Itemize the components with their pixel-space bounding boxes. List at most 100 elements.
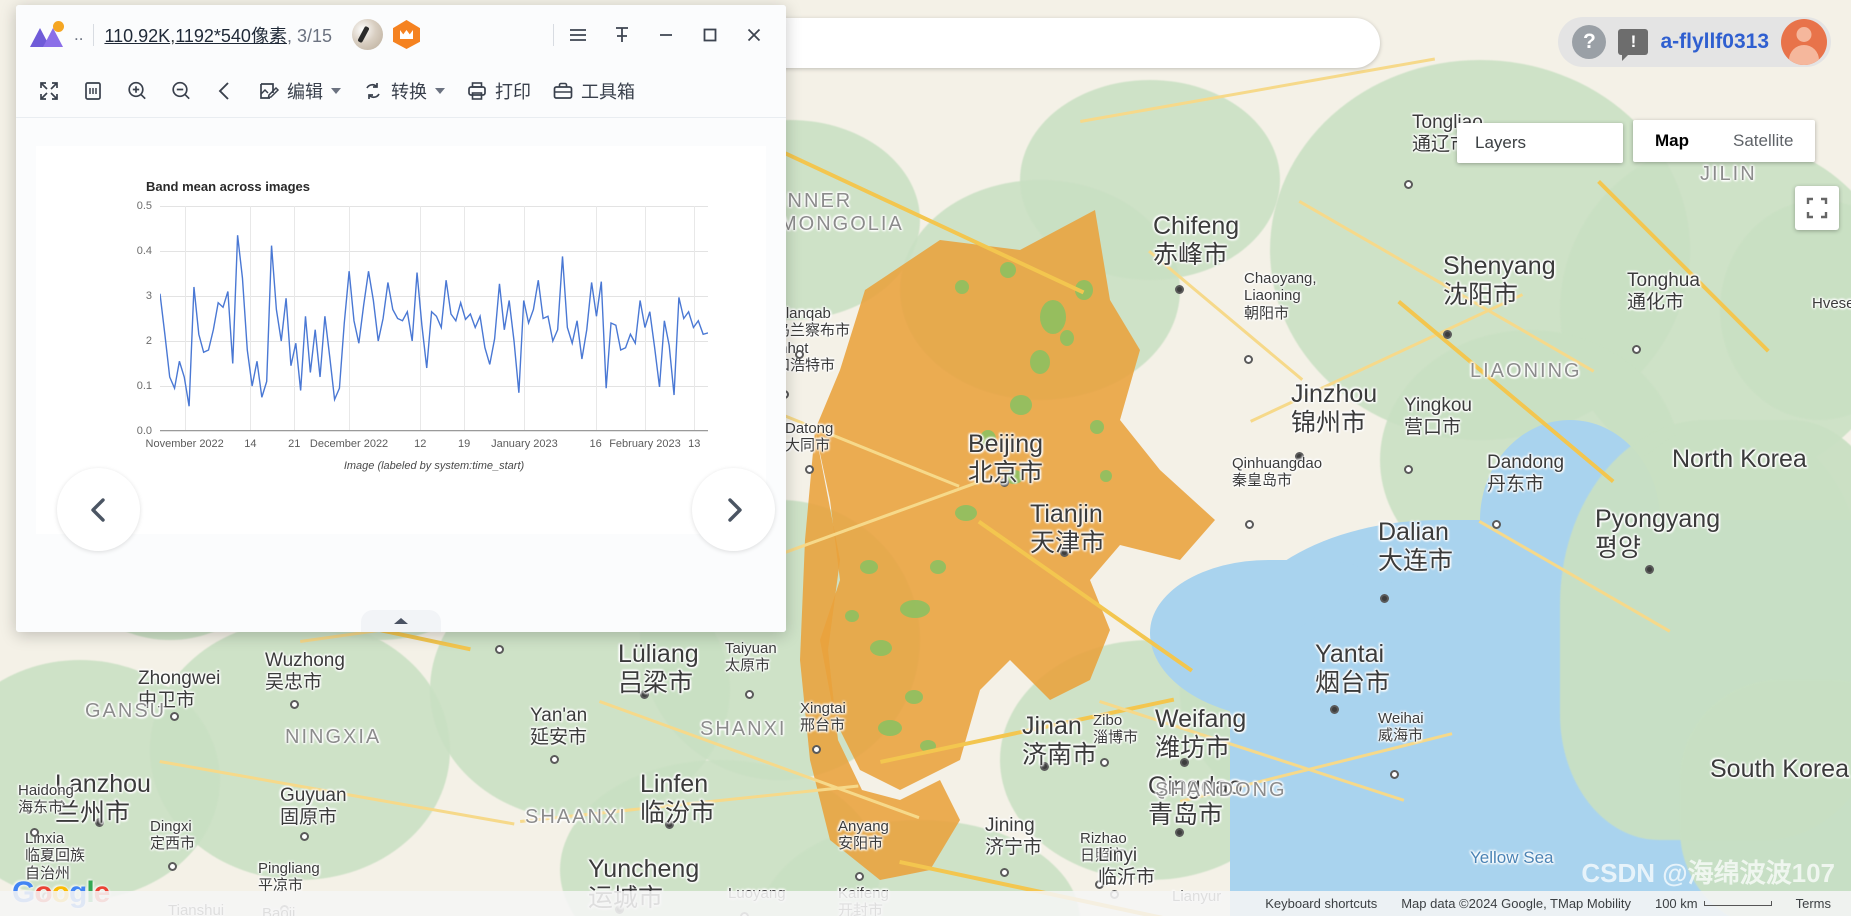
chevron-left-icon [90, 497, 105, 522]
map-terrain-shape [1040, 300, 1066, 334]
city-marker[interactable] [95, 818, 104, 827]
convert-button[interactable]: 转换 [352, 71, 454, 111]
city-marker[interactable] [1443, 330, 1452, 339]
keyboard-shortcuts-button[interactable]: Keyboard shortcuts [1253, 896, 1389, 911]
city-marker[interactable] [170, 712, 179, 721]
chart-plot-area: 0.5 0.4 3 2 0.1 0.0 November 2022 14 21 December… [137, 200, 708, 472]
map-terrain-shape [1010, 395, 1032, 415]
city-marker[interactable] [812, 745, 821, 754]
map-footer: Keyboard shortcuts Map data ©2024 Google… [0, 891, 1851, 916]
fit-screen-button[interactable] [28, 71, 70, 111]
toolbox-button[interactable]: 工具箱 [542, 71, 644, 111]
city-marker[interactable] [1175, 828, 1184, 837]
window-controls [553, 15, 774, 55]
city-marker[interactable] [168, 862, 177, 871]
city-marker[interactable] [1330, 705, 1339, 714]
chart-x-tick: November 2022 [145, 438, 224, 450]
city-marker[interactable] [1295, 452, 1304, 461]
file-size[interactable]: 110.92K [104, 26, 170, 46]
chart-axis-line [160, 430, 708, 431]
chart-title: Band mean across images [146, 179, 311, 194]
chart-x-tick: 14 [244, 438, 257, 450]
zoom-out-button[interactable] [160, 71, 202, 111]
avatar[interactable] [1781, 19, 1827, 65]
layers-button[interactable]: Layers [1457, 123, 1623, 163]
map-terrain-shape [1100, 470, 1112, 482]
city-marker[interactable] [1060, 548, 1069, 557]
help-icon[interactable]: ? [1572, 25, 1607, 59]
city-marker[interactable] [665, 820, 674, 829]
map-fullscreen-button[interactable] [1795, 186, 1839, 230]
city-marker[interactable] [795, 350, 804, 359]
title-actions [352, 19, 420, 50]
city-marker[interactable] [640, 690, 649, 699]
city-marker[interactable] [300, 832, 309, 841]
city-marker[interactable] [550, 755, 559, 764]
print-button[interactable]: 打印 [456, 71, 540, 111]
city-marker[interactable] [745, 690, 754, 699]
fullscreen-icon [1806, 197, 1828, 219]
city-marker[interactable] [1404, 465, 1413, 474]
city-marker[interactable] [1000, 868, 1009, 877]
city-marker[interactable] [1095, 880, 1104, 889]
chart-gridline [160, 431, 708, 432]
city-marker[interactable] [1492, 520, 1501, 529]
map-terrain-shape [1060, 330, 1074, 346]
city-marker[interactable] [495, 645, 504, 654]
crown-icon[interactable] [393, 20, 420, 49]
feedback-icon[interactable]: ! [1618, 29, 1649, 61]
chart-y-tick: 0.1 [136, 380, 152, 392]
actual-size-icon [85, 81, 101, 100]
city-marker[interactable] [1000, 478, 1009, 487]
city-marker[interactable] [1175, 285, 1184, 294]
actual-size-button[interactable] [72, 71, 114, 111]
map-terrain-shape [955, 280, 969, 294]
previous-image-button[interactable] [57, 468, 140, 551]
zoom-in-icon [128, 81, 146, 99]
account-username[interactable]: a-flyllf0313 [1660, 30, 1769, 54]
next-image-button[interactable] [692, 468, 775, 551]
city-marker[interactable] [1380, 594, 1389, 603]
minimize-icon[interactable] [646, 15, 686, 55]
city-marker[interactable] [1100, 758, 1109, 767]
map-type-map[interactable]: Map [1633, 120, 1711, 162]
city-marker[interactable] [1390, 770, 1399, 779]
map-terrain-shape [930, 560, 946, 574]
map-terrain-shape [980, 430, 996, 448]
city-marker[interactable] [1404, 180, 1413, 189]
print-button-label: 打印 [495, 81, 531, 102]
city-marker[interactable] [855, 872, 864, 881]
chart-y-tick: 0.0 [136, 425, 152, 437]
viewer-toolbar: 编辑 转换 打印 工具箱 [16, 64, 786, 118]
city-marker[interactable] [805, 465, 814, 474]
zoom-in-button[interactable] [116, 71, 158, 111]
close-icon[interactable] [734, 15, 774, 55]
edit-button[interactable]: 编辑 [248, 71, 350, 111]
fit-screen-icon [40, 81, 58, 100]
controls-divider [553, 23, 554, 46]
city-marker[interactable] [1632, 345, 1641, 354]
collapse-panel-handle[interactable] [361, 610, 441, 632]
map-terrain-shape [860, 560, 878, 574]
image-canvas-area[interactable]: Band mean across images 0.5 0.4 3 2 0.1 0.0 N… [16, 118, 786, 632]
previous-button[interactable] [204, 71, 246, 111]
city-marker[interactable] [1244, 355, 1253, 364]
city-marker[interactable] [30, 828, 39, 837]
maximize-icon[interactable] [690, 15, 730, 55]
file-dimensions[interactable]: 1192*540像素 [175, 26, 287, 46]
pin-icon[interactable] [602, 15, 642, 55]
map-type-satellite[interactable]: Satellite [1711, 120, 1815, 162]
city-marker[interactable] [1040, 762, 1049, 771]
terms-link[interactable]: Terms [1784, 896, 1843, 911]
city-marker[interactable] [290, 700, 299, 709]
city-marker[interactable] [1245, 520, 1254, 529]
hamburger-menu-icon[interactable] [558, 15, 598, 55]
chevron-down-icon [331, 87, 341, 94]
chart-series-line [160, 235, 708, 407]
map-type-toggle[interactable]: Map Satellite [1633, 120, 1816, 162]
city-marker[interactable] [1645, 565, 1654, 574]
zoom-out-icon [172, 81, 190, 99]
city-marker[interactable] [1180, 758, 1189, 767]
map-scale-label: 100 km [1654, 896, 1698, 911]
brush-icon[interactable] [352, 19, 383, 50]
